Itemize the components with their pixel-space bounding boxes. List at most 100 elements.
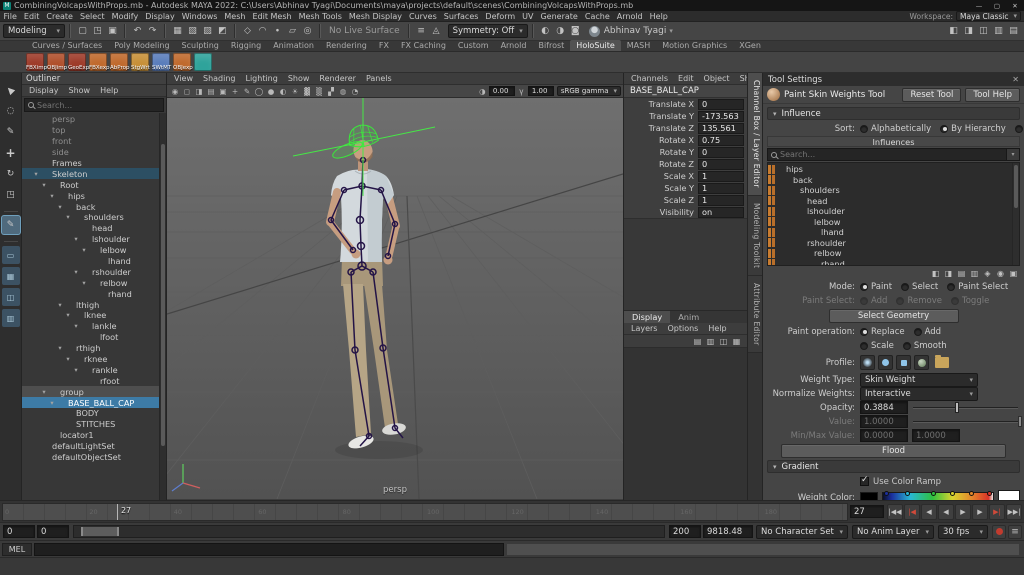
opacity-field[interactable]: 0.3884 [860, 401, 908, 414]
weight-hammer-icon[interactable]: ▤ [955, 267, 968, 279]
shelf-tab[interactable]: Arnold [495, 40, 533, 51]
channel-box-menu-item[interactable]: Object [699, 74, 735, 83]
paint-operation-radio-option[interactable]: Scale [860, 341, 894, 351]
outliner-item[interactable]: rknee [22, 354, 159, 365]
current-tool-paint-skin-weights-button[interactable]: ✎ [2, 216, 20, 234]
shelf-item-button[interactable]: OBJexp [173, 53, 191, 71]
ramp-marker[interactable] [931, 491, 936, 496]
render-settings-icon[interactable]: ◙ [568, 24, 583, 39]
snap-to-grid-icon[interactable]: ◇ [240, 24, 255, 39]
shelf-tab[interactable]: Poly Modeling [108, 40, 175, 51]
render-frame-icon[interactable]: ◐ [538, 24, 553, 39]
ramp-marker[interactable] [905, 491, 910, 496]
channel-name[interactable]: Visibility [624, 207, 694, 217]
ambient-occlusion-icon[interactable]: ▒ [313, 85, 325, 97]
menu-item[interactable]: Deform [482, 12, 519, 21]
snap-to-point-icon[interactable]: ∙ [270, 24, 285, 39]
influences-frame-header[interactable]: Influences [767, 136, 1020, 147]
command-line-input[interactable] [34, 543, 504, 556]
character-set-selector[interactable]: No Character Set [756, 525, 848, 539]
gaussian-brush-button[interactable] [860, 355, 875, 370]
flood-button[interactable]: Flood [781, 444, 1006, 458]
animation-preferences-button[interactable]: ≡ [1008, 525, 1022, 539]
shadows-icon[interactable]: ▓ [301, 85, 313, 97]
rotate-tool-button[interactable]: ↻ [2, 165, 20, 183]
current-time-indicator[interactable] [117, 504, 119, 520]
expand-arrow-icon[interactable] [72, 322, 80, 330]
layer-move-up-icon[interactable]: ▤ [691, 335, 704, 347]
channel-name[interactable]: Scale Z [624, 195, 694, 205]
normalize-weights-selector[interactable]: Interactive [860, 387, 978, 401]
influence-item[interactable]: lhand [768, 227, 1012, 238]
selection-mask-icon[interactable]: ◩ [215, 24, 230, 39]
viewport-menu-item[interactable]: Lighting [240, 74, 282, 83]
layout-two-pane-button[interactable]: ▥ [2, 309, 20, 327]
shelf-tab[interactable]: MASH [621, 40, 656, 51]
shelf-tab[interactable]: XGen [733, 40, 767, 51]
current-color-swatch[interactable] [998, 490, 1020, 500]
gradient-section-header[interactable]: Gradient [767, 460, 1020, 473]
playback-range-bar[interactable] [81, 527, 119, 536]
viewport-menu-item[interactable]: Panels [361, 74, 397, 83]
outliner-tree[interactable]: persp top front side [22, 113, 166, 500]
paint-select-radio-option[interactable]: Toggle [951, 296, 989, 306]
browse-brush-icon[interactable] [935, 357, 949, 368]
menu-item[interactable]: Edit Mesh [249, 12, 295, 21]
side-panel-tab[interactable]: Modeling Toolkit [748, 196, 762, 276]
close-icon[interactable]: ✕ [1012, 75, 1019, 84]
expand-arrow-icon[interactable] [64, 355, 72, 363]
outliner-item[interactable]: shoulders [22, 212, 159, 223]
outliner-item[interactable]: Skeleton [22, 168, 159, 179]
outliner-item[interactable]: Frames [22, 158, 159, 169]
play-forwards-button[interactable]: ▶ [955, 504, 971, 520]
menu-item[interactable]: Windows [178, 12, 221, 21]
workspace-selector[interactable]: Maya Classic [956, 11, 1021, 21]
sort-radio-option[interactable]: Alphabetically [860, 124, 931, 134]
influence-item[interactable]: shoulders [768, 185, 1012, 196]
current-frame-field[interactable]: 27 [850, 505, 884, 518]
outliner-item[interactable]: persp [22, 114, 159, 125]
viewport-menu-item[interactable]: Shading [198, 74, 241, 83]
mode-radio-option[interactable]: Paint [860, 282, 892, 292]
outliner-item[interactable]: lelbow [22, 245, 159, 256]
expand-arrow-icon[interactable] [48, 192, 56, 200]
viewport-menu-item[interactable]: Show [283, 74, 315, 83]
channel-name[interactable]: Rotate X [624, 135, 694, 145]
select-geometry-button[interactable]: Select Geometry [829, 309, 959, 323]
expand-arrow-icon[interactable] [64, 213, 72, 221]
menu-item[interactable]: Modify [108, 12, 142, 21]
select-by-object-icon[interactable]: ▧ [185, 24, 200, 39]
menu-item[interactable]: Curves [405, 12, 440, 21]
menu-item[interactable]: Display [142, 12, 179, 21]
outliner-item[interactable]: relbow [22, 277, 159, 288]
shelf-tab[interactable]: Rigging [225, 40, 267, 51]
channel-name[interactable]: Rotate Y [624, 147, 694, 157]
paint-select-radio-option[interactable]: Add [860, 296, 887, 306]
time-slider[interactable]: 020406080100120140160180200 27 [2, 503, 848, 521]
shelf-tab[interactable]: Curves / Surfaces [26, 40, 108, 51]
expand-arrow-icon[interactable] [72, 235, 80, 243]
toggle-attribute-editor-icon[interactable]: ◧ [946, 24, 961, 39]
layer-editor-tab[interactable]: Display [624, 311, 670, 323]
value-field[interactable]: 1.0000 [860, 415, 908, 428]
shelf-tab[interactable]: HoloSuite [570, 40, 620, 51]
channel-value-field[interactable]: 0 [698, 147, 744, 158]
new-layer-from-selected-icon[interactable]: ◫ [717, 335, 730, 347]
shelf-item-button[interactable]: StgWrt [131, 53, 149, 71]
shelf-tab[interactable]: Rendering [320, 40, 373, 51]
outliner-menu-item[interactable]: Help [95, 86, 123, 95]
outliner-item[interactable]: lshoulder [22, 234, 159, 245]
outliner-item[interactable]: rfoot [22, 375, 159, 386]
channel-value-field[interactable]: 1 [698, 195, 744, 206]
maximize-button[interactable]: ▢ [988, 0, 1006, 11]
expand-arrow-icon[interactable] [40, 181, 48, 189]
channel-name[interactable]: Rotate Z [624, 159, 694, 169]
weight-type-selector[interactable]: Skin Weight [860, 373, 978, 387]
copy-weights-icon[interactable]: ◧ [929, 267, 942, 279]
menu-item[interactable]: Mesh [221, 12, 249, 21]
outliner-menu-item[interactable]: Show [64, 86, 96, 95]
outliner-item[interactable]: head [22, 223, 159, 234]
influence-item[interactable]: hips [768, 164, 1012, 175]
viewport-menu-item[interactable]: View [169, 74, 198, 83]
viewport-menu-item[interactable]: Renderer [314, 74, 361, 83]
